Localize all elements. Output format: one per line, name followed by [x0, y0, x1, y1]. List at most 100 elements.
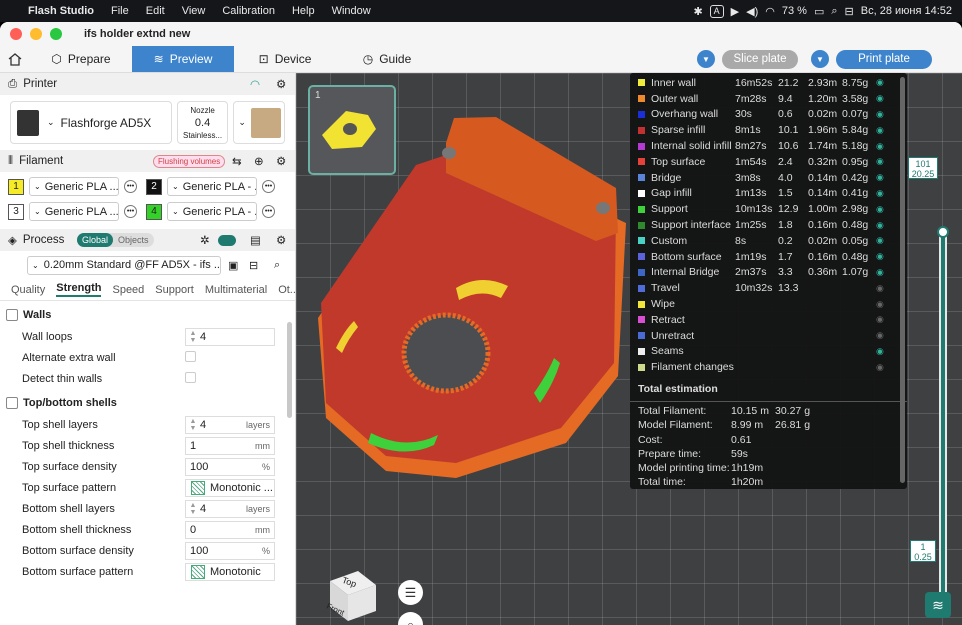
tab-quality[interactable]: Quality [11, 284, 45, 296]
bluetooth-icon[interactable]: ✱ [693, 5, 702, 18]
visibility-eye-icon[interactable]: ◉ [876, 141, 884, 152]
visibility-eye-icon[interactable]: ◉ [876, 235, 884, 246]
process-settings-icon[interactable]: ⚙ [276, 233, 286, 247]
filament-slot-4-badge[interactable]: 4 [146, 203, 162, 220]
legend-row[interactable]: Retract ◉ [630, 312, 907, 328]
compare-icon[interactable]: ▤ [250, 233, 261, 247]
filament-slot-3-select[interactable]: ⌄ Generic PLA ... [29, 202, 119, 221]
legend-row[interactable]: Seams ◉ [630, 344, 907, 360]
legend-row[interactable]: Inner wall 16m52s 21.2 2.93m 8.75g ◉ [630, 75, 907, 91]
legend-row[interactable]: Bridge 3m8s 4.0 0.14m 0.42g ◉ [630, 170, 907, 186]
legend-row[interactable]: Internal Bridge 2m37s 3.3 0.36m 1.07g ◉ [630, 265, 907, 281]
more-icon[interactable]: ••• [262, 180, 275, 193]
layers-stack-button[interactable]: ≋ [925, 592, 951, 618]
visibility-eye-icon[interactable]: ◉ [876, 299, 884, 310]
filament-slot-3-badge[interactable]: 3 [8, 203, 24, 220]
tab-speed[interactable]: Speed [112, 284, 144, 296]
setting-input[interactable]: ▲ ▼ 4 layers [185, 500, 275, 518]
visibility-eye-icon[interactable]: ◉ [876, 156, 884, 167]
tab-prepare[interactable]: ⬡ Prepare [30, 46, 132, 72]
setting-input[interactable]: 1 mm [185, 437, 275, 455]
legend-row[interactable]: Unretract ◉ [630, 328, 907, 344]
clock[interactable]: Вс, 28 июня 14:52 [861, 5, 952, 17]
menu-view[interactable]: View [182, 5, 206, 17]
visibility-eye-icon[interactable]: ◉ [876, 93, 884, 104]
visibility-eye-icon[interactable]: ◉ [876, 330, 884, 341]
legend-row[interactable]: Internal solid infill 8m27s 10.6 1.74m 5.18g… [630, 138, 907, 154]
nozzle-select[interactable]: Nozzle 0.4 Stainless... [176, 101, 229, 144]
build-plate-select[interactable]: ⌄ [233, 101, 285, 144]
menu-file[interactable]: File [111, 5, 129, 17]
tab-support[interactable]: Support [155, 284, 194, 296]
visibility-eye-icon[interactable]: ◉ [876, 362, 884, 373]
visibility-eye-icon[interactable]: ◉ [876, 172, 884, 183]
visibility-eye-icon[interactable]: ◉ [876, 346, 884, 357]
visibility-eye-icon[interactable]: ◉ [876, 267, 884, 278]
tab-strength[interactable]: Strength [56, 282, 102, 297]
printer-select[interactable]: ⌄ Flashforge AD5X [10, 101, 172, 144]
legend-row[interactable]: Support interface 1m25s 1.8 0.16m 0.48g ◉ [630, 217, 907, 233]
shells-checkbox[interactable] [6, 397, 18, 409]
alternate-extra-wall-checkbox[interactable] [185, 351, 196, 362]
more-icon[interactable]: ••• [124, 180, 137, 193]
filament-slot-1-badge[interactable]: 1 [8, 178, 24, 195]
play-icon[interactable]: ▶ [731, 5, 739, 18]
tab-device[interactable]: ⊡ Device [234, 46, 336, 72]
remove-preset-icon[interactable]: ⊟ [249, 259, 258, 272]
legend-row[interactable]: Sparse infill 8m1s 10.1 1.96m 5.84g ◉ [630, 122, 907, 138]
battery-icon[interactable]: ▭ [814, 5, 824, 18]
wall-loops-input[interactable]: ▲ ▼ 4 [185, 328, 275, 346]
setting-input[interactable]: 100% [185, 542, 275, 560]
spin-icon[interactable]: ▲ ▼ [186, 418, 200, 432]
walls-checkbox[interactable] [6, 309, 18, 321]
home-button[interactable] [0, 46, 30, 72]
visibility-eye-icon[interactable]: ◉ [876, 125, 884, 136]
legend-row[interactable]: Top surface 1m54s 2.4 0.32m 0.95g ◉ [630, 154, 907, 170]
zoom-window-button[interactable] [50, 28, 62, 40]
filament-add-icon[interactable]: ⊕ [254, 154, 264, 168]
tab-guide[interactable]: ◷ Guide [336, 46, 438, 72]
keyboard-layout-indicator[interactable]: A [709, 4, 724, 18]
search-icon[interactable]: ⌕ [831, 5, 837, 18]
global-option[interactable]: Global [77, 233, 114, 247]
minimize-window-button[interactable] [30, 28, 42, 40]
setting-input[interactable]: 0 mm [185, 521, 275, 539]
visibility-eye-icon[interactable]: ◉ [876, 188, 884, 199]
volume-icon[interactable]: ◀) [746, 5, 758, 18]
control-center-icon[interactable]: ⊟ [845, 5, 854, 18]
flushing-volumes-button[interactable]: Flushing volumes [153, 154, 226, 168]
legend-row[interactable]: Outer wall 7m28s 9.4 1.20m 3.58g ◉ [630, 91, 907, 107]
close-window-button[interactable] [10, 28, 22, 40]
objects-option[interactable]: Objects [113, 233, 154, 247]
legend-scrollbar[interactable] [900, 77, 905, 483]
visibility-eye-icon[interactable]: ◉ [876, 109, 884, 120]
tab-others[interactable]: Ot... [278, 284, 295, 296]
view-cube[interactable]: Top Front [322, 567, 378, 623]
filament-slot-2-badge[interactable]: 2 [146, 178, 162, 195]
menu-app[interactable]: Flash Studio [28, 5, 94, 17]
slice-dropdown-button[interactable]: ▼ [697, 50, 715, 68]
printer-settings-icon[interactable]: ⚙ [276, 77, 286, 91]
legend-row[interactable]: Filament changes ◉ [630, 359, 907, 375]
process-preset-select[interactable]: ⌄ 0.20mm Standard @FF AD5X - ifs ... [27, 255, 221, 275]
save-preset-icon[interactable]: ▣ [228, 259, 238, 272]
slice-plate-button[interactable]: Slice plate [722, 49, 798, 69]
filament-slot-2-select[interactable]: ⌄ Generic PLA - ... [167, 177, 257, 196]
layer-list-button[interactable]: ☰ [398, 580, 423, 605]
setting-input[interactable]: Monotonic ... [185, 479, 275, 497]
top-layer-thumb[interactable] [937, 226, 949, 238]
global-objects-toggle[interactable]: Global Objects [77, 233, 154, 247]
tab-multimaterial[interactable]: Multimaterial [205, 284, 267, 296]
visibility-eye-icon[interactable]: ◉ [876, 220, 884, 231]
visibility-eye-icon[interactable]: ◉ [876, 77, 884, 88]
wifi-status-icon[interactable]: ◠ [765, 5, 775, 18]
more-icon[interactable]: ••• [124, 205, 137, 218]
plate-thumbnail[interactable]: 1 [308, 85, 396, 175]
legend-row[interactable]: Wipe ◉ [630, 296, 907, 312]
visibility-eye-icon[interactable]: ◉ [876, 283, 884, 294]
setting-input[interactable]: Monotonic [185, 563, 275, 581]
menu-window[interactable]: Window [332, 5, 371, 17]
setting-input[interactable]: ▲ ▼ 4 layers [185, 416, 275, 434]
visibility-eye-icon[interactable]: ◉ [876, 204, 884, 215]
filament-slot-1-select[interactable]: ⌄ Generic PLA ... [29, 177, 119, 196]
